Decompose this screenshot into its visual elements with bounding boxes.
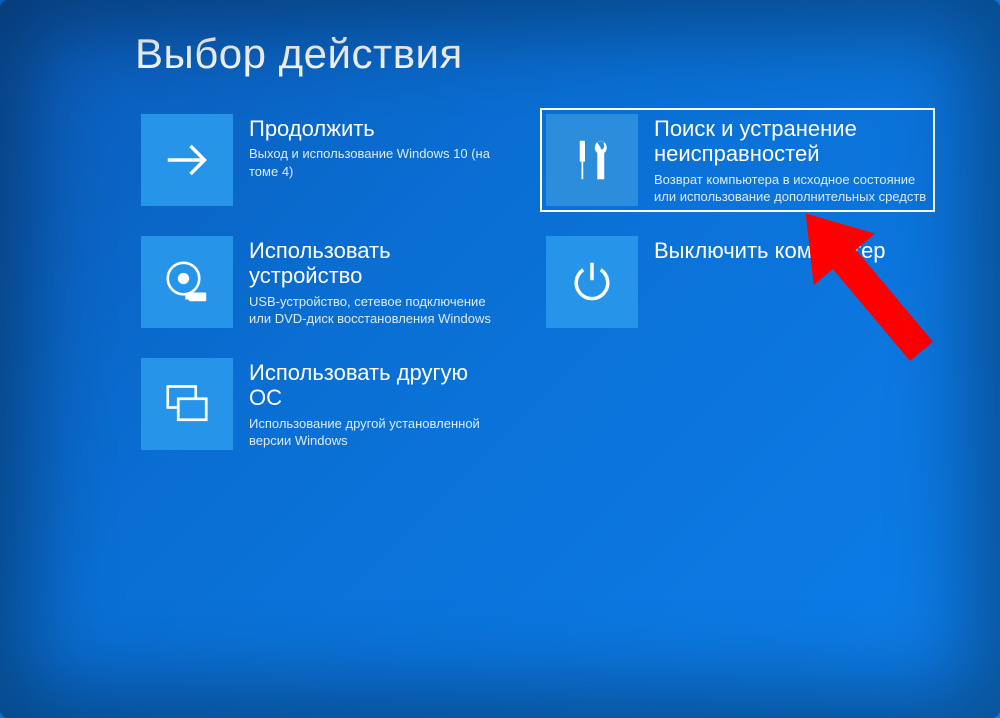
tile-title: Продолжить — [249, 116, 504, 141]
arrow-right-icon — [141, 114, 233, 206]
tools-icon — [546, 114, 638, 206]
tile-troubleshoot[interactable]: Поиск и устранение неисправностей Возвра… — [540, 108, 935, 212]
tile-desc: Возврат компьютера в исходное состояние … — [654, 171, 929, 206]
windows-stack-icon — [141, 358, 233, 450]
tile-desc: Использование другой установленной верси… — [249, 415, 504, 450]
tile-use-other-os[interactable]: Использовать другую ОС Использование дру… — [135, 352, 510, 456]
page-title: Выбор действия — [135, 30, 870, 78]
tile-turn-off[interactable]: Выключить компьютер — [540, 230, 935, 334]
tile-use-device[interactable]: Использовать устройство USB-устройство, … — [135, 230, 510, 334]
tile-use-other-os-text: Использовать другую ОС Использование дру… — [249, 358, 504, 450]
tile-title: Выключить компьютер — [654, 238, 929, 263]
tile-continue[interactable]: Продолжить Выход и использование Windows… — [135, 108, 510, 212]
tile-turn-off-text: Выключить компьютер — [654, 236, 929, 267]
tile-desc: USB-устройство, сетевое подключение или … — [249, 293, 504, 328]
tile-title: Поиск и устранение неисправностей — [654, 116, 929, 167]
tile-troubleshoot-text: Поиск и устранение неисправностей Возвра… — [654, 114, 929, 206]
tiles-grid: Продолжить Выход и использование Windows… — [135, 108, 870, 456]
tile-use-device-text: Использовать устройство USB-устройство, … — [249, 236, 504, 328]
tile-title: Использовать другую ОС — [249, 360, 504, 411]
tile-continue-text: Продолжить Выход и использование Windows… — [249, 114, 504, 180]
disc-usb-icon — [141, 236, 233, 328]
tile-desc: Выход и использование Windows 10 (на том… — [249, 145, 504, 180]
tile-title: Использовать устройство — [249, 238, 504, 289]
power-icon — [546, 236, 638, 328]
